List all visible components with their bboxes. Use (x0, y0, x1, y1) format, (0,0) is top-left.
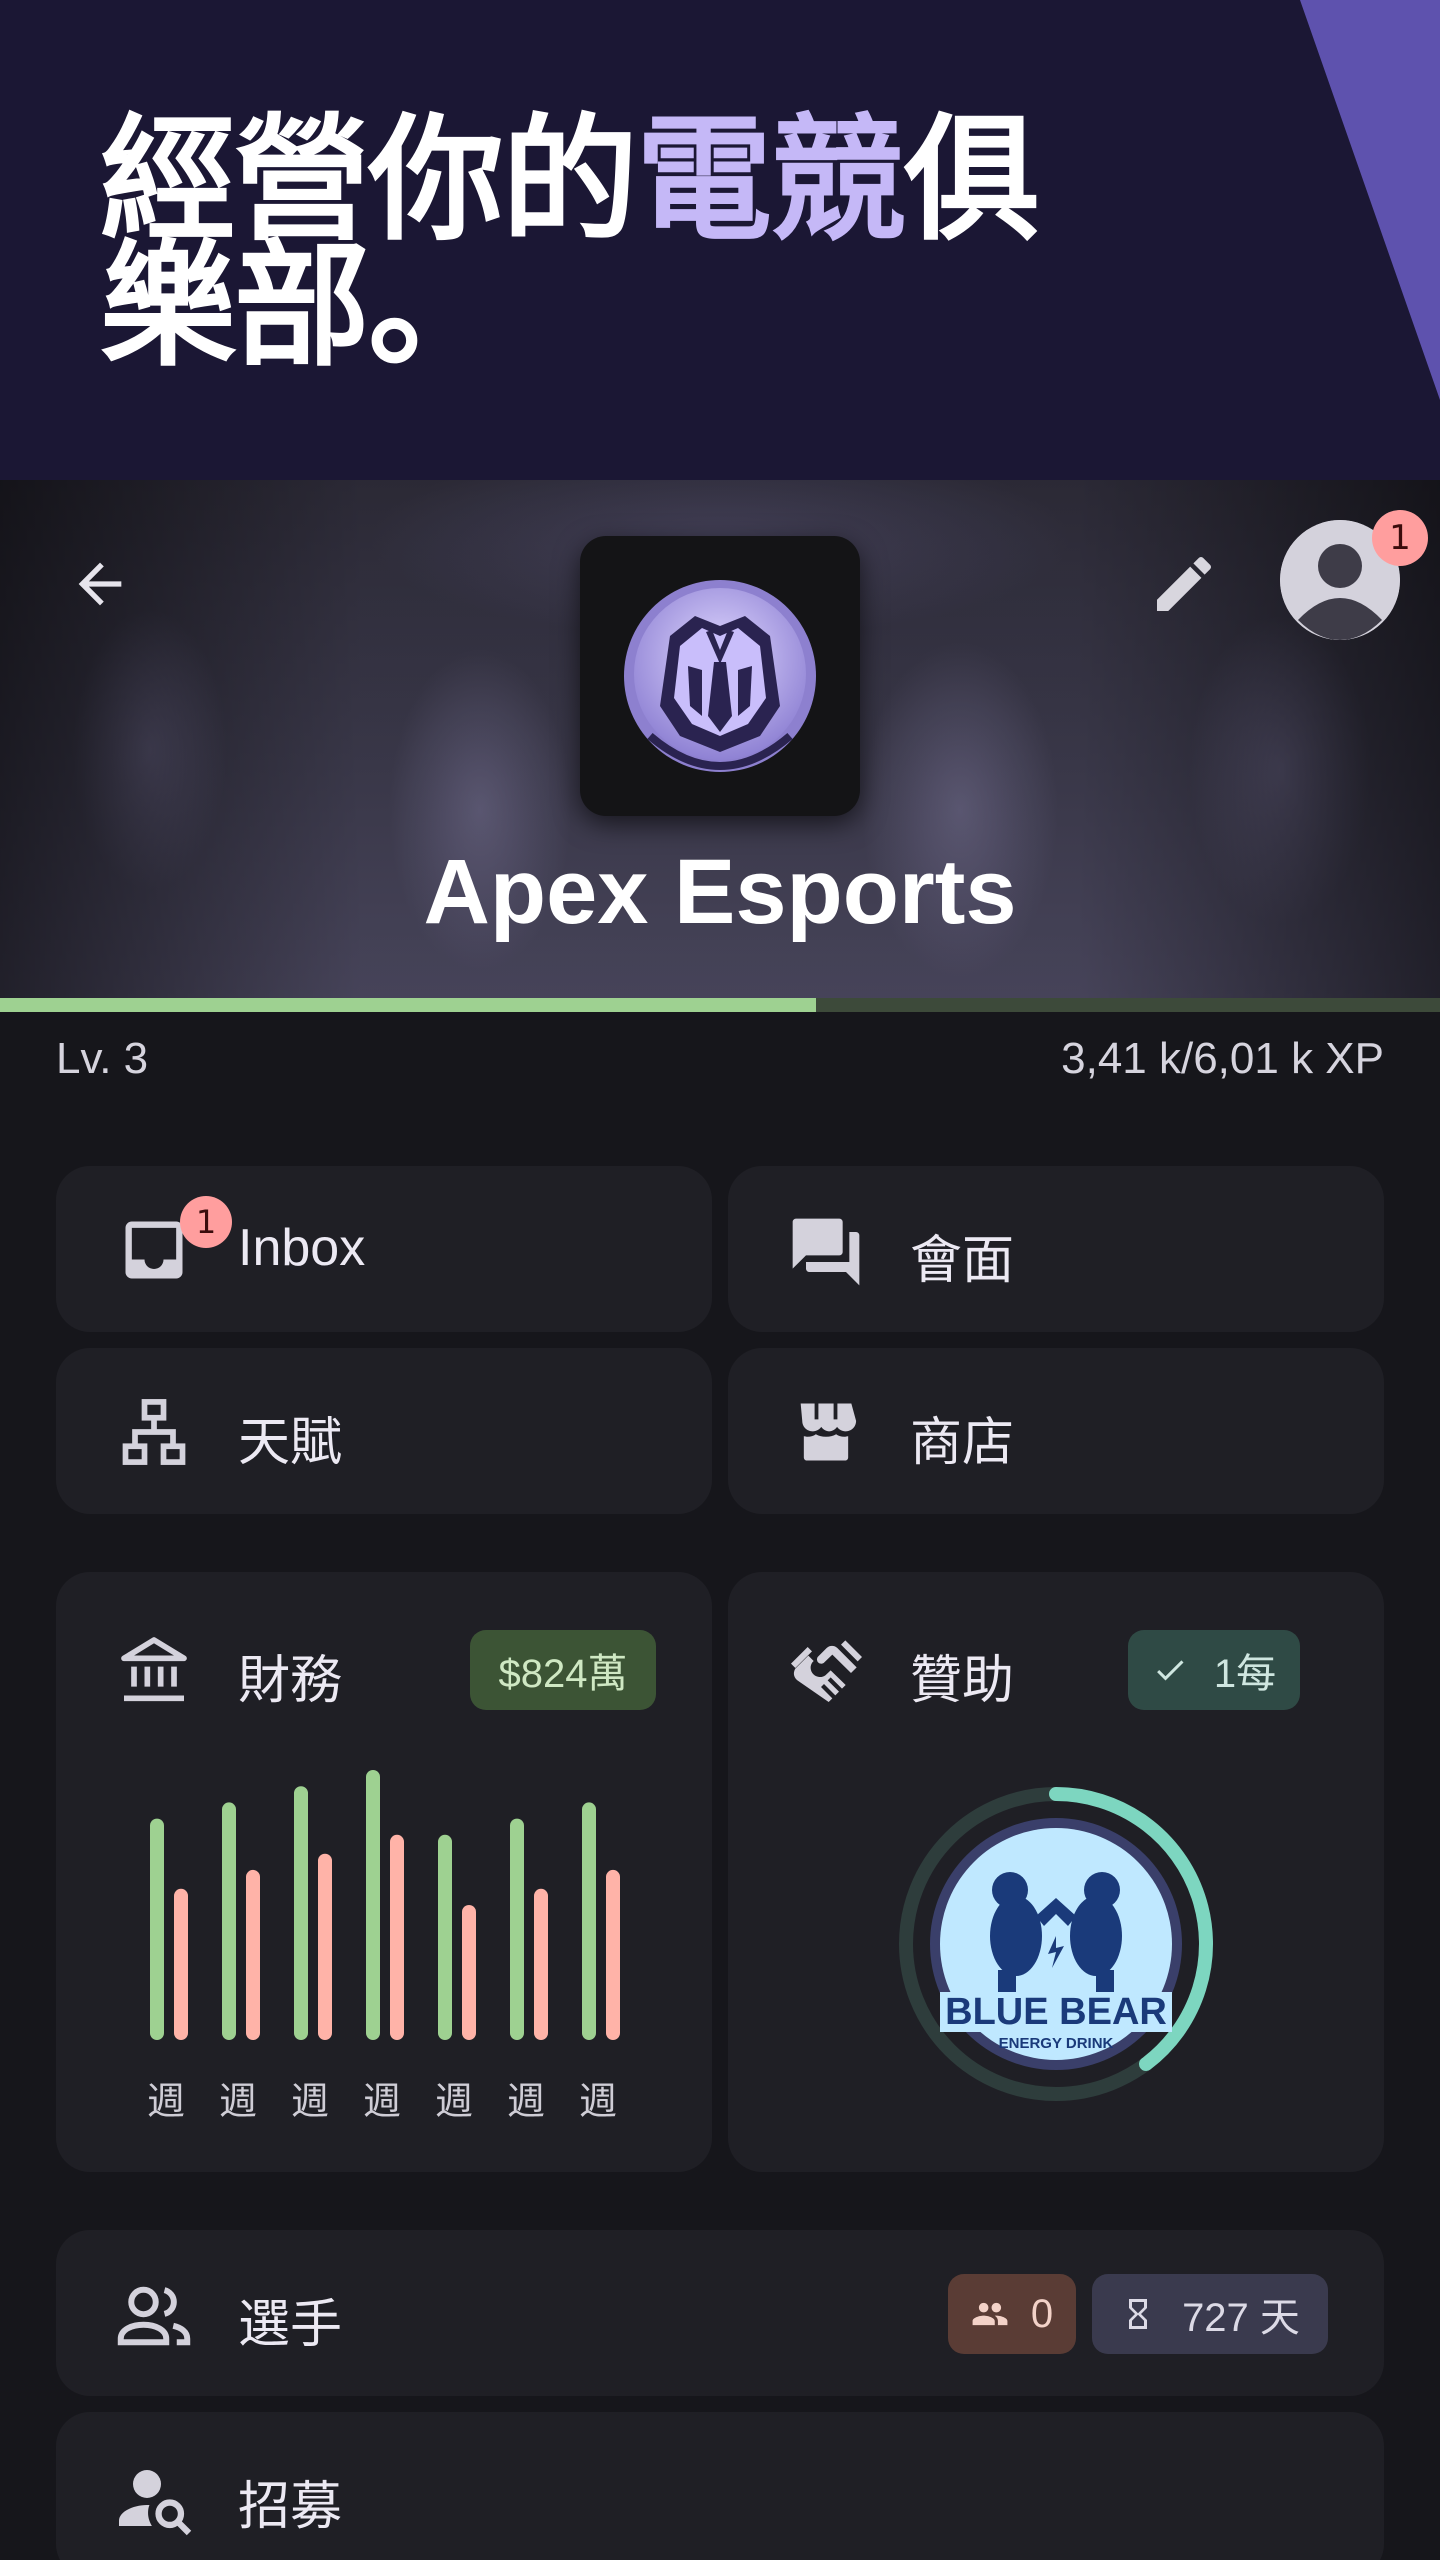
income-bar (150, 1818, 164, 2040)
expense-bar (606, 1869, 620, 2040)
sponsor-logo[interactable]: BLUE BEAR ENERGY DRINK (898, 1786, 1214, 2102)
week-label: 週 (434, 2079, 473, 2123)
week-label: 週 (506, 2079, 545, 2123)
pencil-icon (1157, 556, 1212, 611)
xp-text: 3,41 k/6,01 k XP (1061, 1034, 1384, 1083)
shop-tile[interactable]: 商店 (728, 1348, 1384, 1514)
week-label: 週 (218, 2079, 257, 2123)
player-count-chip: 0 (948, 2274, 1076, 2354)
inbox-tile[interactable]: 1 Inbox (56, 1166, 712, 1332)
inbox-badge: 1 (180, 1196, 232, 1248)
team-hero: 1 Apex Esports (0, 480, 1440, 1000)
finance-bar-chart (150, 1770, 620, 2040)
finance-week-labels: 週週週週週週週 (140, 2070, 640, 2123)
bank-icon (114, 1630, 194, 1710)
edit-button[interactable] (1140, 540, 1228, 628)
team-name: Apex Esports (423, 841, 1017, 943)
hierarchy-icon (116, 1394, 192, 1470)
person-search-icon (112, 2456, 196, 2540)
balance-chip: $824萬 (470, 1630, 656, 1710)
meetings-tile[interactable]: 會面 (728, 1166, 1384, 1332)
expense-bar (174, 1888, 188, 2040)
storefront-icon (788, 1394, 864, 1470)
expense-bar (390, 1834, 404, 2040)
promo-title: 經營你的電競俱樂部。 (100, 113, 1140, 375)
income-bar (582, 1802, 596, 2040)
hourglass-icon (1129, 2299, 1148, 2329)
talents-label: 天賦 (238, 1413, 343, 1473)
income-bar (222, 1802, 236, 2040)
inbox-label: Inbox (238, 1219, 366, 1277)
shop-label: 商店 (910, 1413, 1015, 1473)
recruit-label: 招募 (238, 2477, 343, 2537)
handshake-icon (786, 1630, 866, 1710)
xp-progress-fill (0, 998, 817, 1012)
expense-bar (534, 1888, 548, 2040)
contract-days-chip: 727 天 (1092, 2274, 1328, 2354)
sponsor-logo-text: BLUE BEAR (945, 1991, 1167, 2033)
players-label: 選手 (238, 2295, 343, 2355)
people-icon (112, 2274, 196, 2358)
team-emblem-icon (624, 580, 816, 772)
week-label: 週 (362, 2079, 401, 2123)
promo-title-accent: 電競 (636, 102, 906, 260)
player-count: 0 (1030, 2291, 1054, 2336)
talents-tile[interactable]: 天賦 (56, 1348, 712, 1514)
days-left: 727 天 (1182, 2296, 1300, 2340)
sponsor-status-text: 1每 (1213, 1652, 1277, 1696)
promo-stripe-decoration (1300, 0, 1440, 400)
expense-bar (462, 1905, 476, 2040)
back-button[interactable] (56, 540, 144, 628)
income-bar (510, 1818, 524, 2040)
sponsor-logo-subtext: ENERGY DRINK (999, 2035, 1114, 2052)
expense-bar (318, 1853, 332, 2040)
finance-label: 財務 (238, 1651, 343, 1711)
sponsor-status-chip: 1每 (1128, 1630, 1300, 1710)
expense-bar (246, 1869, 260, 2040)
level-label: Lv. 3 (56, 1034, 149, 1083)
recruit-row[interactable]: 招募 (56, 2412, 1384, 2560)
income-bar (438, 1834, 452, 2040)
meetings-label: 會面 (910, 1231, 1015, 1291)
week-label: 週 (578, 2079, 617, 2123)
week-label: 週 (290, 2079, 329, 2123)
team-logo[interactable] (580, 536, 860, 816)
income-bar (294, 1786, 308, 2040)
arrow-back-icon (78, 562, 122, 606)
players-row[interactable]: 選手 0 727 天 (56, 2230, 1384, 2396)
xp-progress-bar (0, 998, 1440, 1012)
income-bar (366, 1770, 380, 2040)
promo-banner: 經營你的電競俱樂部。 (0, 0, 1440, 480)
chat-bubbles-icon (786, 1212, 866, 1292)
notification-badge: 1 (1372, 510, 1428, 566)
sponsor-label: 贊助 (910, 1651, 1015, 1711)
check-icon (1156, 1660, 1184, 1681)
week-label: 週 (146, 2079, 185, 2123)
group-icon (972, 2302, 1008, 2326)
